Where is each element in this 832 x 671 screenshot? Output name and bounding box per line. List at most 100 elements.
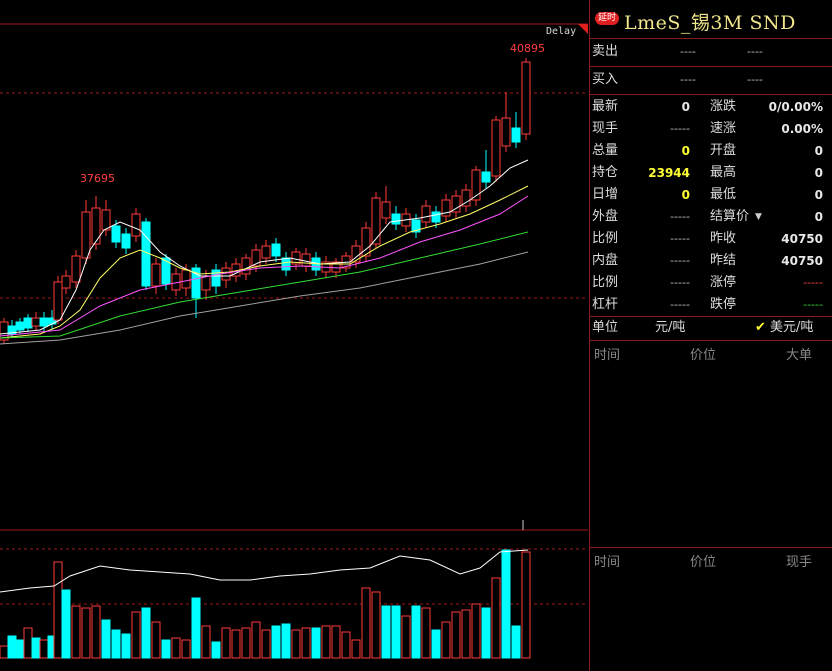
sell-volume: ---- [747, 45, 763, 58]
field-value: 0 [814, 188, 823, 202]
volume-bar [291, 629, 301, 659]
kline-chart-area[interactable]: Delay 40895 37695 [0, 0, 588, 671]
volume-bar [71, 605, 81, 659]
field-label: 最新 [592, 99, 619, 114]
volume-bar [121, 633, 131, 659]
ticks-list[interactable] [590, 364, 832, 544]
quote-row: 杠杆 ----- 跌停 ----- [590, 294, 832, 316]
field-value: ----- [670, 254, 690, 267]
volume-bar [53, 561, 63, 659]
volume-bar [401, 615, 411, 659]
quote-row: 内盘 ----- 昨结 40750 [590, 250, 832, 272]
volume-bar [23, 627, 33, 659]
field-value: 0 [681, 188, 690, 202]
unit-value: 元/吨 [655, 320, 686, 335]
volume-bar [161, 639, 171, 659]
volume-bar [261, 629, 271, 659]
settlement-dropdown-icon[interactable]: ▼ [755, 206, 762, 228]
candle-body [481, 171, 491, 183]
candle-body [101, 209, 111, 231]
sell-label: 卖出 [592, 44, 619, 59]
trades-hand-header: 现手 [786, 555, 813, 570]
field-label: 涨跌 [710, 99, 737, 114]
sell-price: ---- [680, 45, 696, 58]
field-label: 外盘 [592, 209, 619, 224]
corner-marker [578, 24, 588, 34]
candle-body [301, 253, 311, 267]
quote-panel: 延时 LmeS_锡3M SND 卖出 ---- ---- 买入 ---- ---… [589, 0, 832, 671]
candle-body [111, 225, 121, 243]
candle-body [511, 127, 521, 143]
ticks-time-header: 时间 [594, 348, 621, 363]
volume-bar [511, 625, 521, 659]
volume-bar [521, 551, 531, 659]
instrument-header: 延时 LmeS_锡3M SND [590, 6, 832, 34]
candle-body [31, 317, 41, 327]
field-label: 最高 [710, 165, 737, 180]
volume-bar [381, 605, 391, 659]
candle-body [121, 233, 131, 249]
field-label: 日增 [592, 187, 619, 202]
volume-bar [181, 639, 191, 659]
volume-bar [251, 621, 261, 659]
buy-volume: ---- [747, 73, 763, 86]
local-high-label: 37695 [80, 172, 115, 185]
volume-bar [431, 629, 441, 659]
unit-toggle-usd[interactable]: 美元/吨 [770, 317, 813, 339]
buy-price: ---- [680, 73, 696, 86]
candle-body [71, 255, 81, 283]
buy-row: 买入 ---- ---- [590, 69, 832, 91]
volume-bar [341, 631, 351, 659]
volume-bar [331, 625, 341, 659]
candle-body [421, 205, 431, 223]
field-value: 0 [681, 100, 690, 114]
field-label: 最低 [710, 187, 737, 202]
field-value: 40750 [781, 254, 823, 268]
volume-bar [91, 605, 101, 659]
volume-bar [351, 639, 361, 659]
candle-body [201, 275, 211, 291]
field-value: 0.00% [781, 122, 823, 136]
field-value: 0/0.00% [768, 100, 823, 114]
buy-label: 买入 [592, 72, 619, 87]
field-label: 比例 [592, 275, 619, 290]
candle-body [91, 207, 101, 245]
field-label: 比例 [592, 231, 619, 246]
volume-bar [501, 549, 511, 659]
candle-body [431, 211, 441, 223]
field-label: 昨收 [710, 231, 737, 246]
field-value: 0 [814, 210, 823, 224]
volume-bar [451, 611, 461, 659]
ticks-big-order-header: 大单 [786, 348, 813, 363]
candle-body [491, 119, 501, 177]
volume-bar [221, 627, 231, 659]
volume-bar [311, 627, 321, 659]
volume-bar [171, 637, 181, 659]
field-label: 跌停 [710, 297, 737, 312]
volume-bar [441, 621, 451, 659]
candle-body [281, 257, 291, 271]
delay-label: Delay [546, 26, 577, 37]
check-icon: ✔ [755, 320, 766, 335]
field-label: 开盘 [710, 143, 737, 158]
trades-list[interactable] [590, 572, 832, 667]
candle-body [521, 61, 531, 135]
candle-body [391, 213, 401, 225]
volume-bar [241, 627, 251, 659]
field-value: ----- [670, 210, 690, 223]
field-value: ----- [670, 232, 690, 245]
quote-row: 持仓 23944 最高 0 [590, 162, 832, 184]
field-value: 0 [814, 144, 823, 158]
volume-bar [191, 597, 201, 659]
candle-body [371, 197, 381, 245]
candle-body [271, 243, 281, 257]
volume-bar [411, 605, 421, 659]
kline-chart[interactable] [0, 0, 588, 671]
field-label: 昨结 [710, 253, 737, 268]
quote-row: 比例 ----- 昨收 40750 [590, 228, 832, 250]
field-label: 总量 [592, 143, 619, 158]
volume-bar [491, 577, 501, 659]
instrument-title[interactable]: LmeS_锡3M SND [624, 8, 796, 35]
candle-body [381, 201, 391, 219]
field-value: 40750 [781, 232, 823, 246]
